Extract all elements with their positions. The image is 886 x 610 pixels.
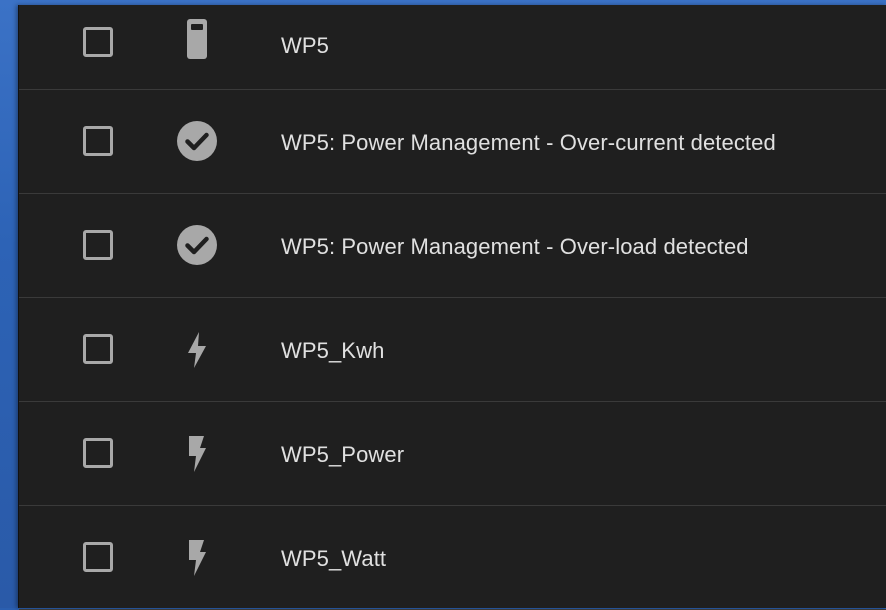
select-checkbox[interactable] <box>83 542 113 572</box>
flash-icon <box>177 538 217 578</box>
device-icon <box>177 19 217 59</box>
list-item[interactable]: WP5_Power <box>19 402 886 506</box>
list-item[interactable]: WP5_Watt <box>19 506 886 610</box>
entity-label: WP5 <box>281 33 329 58</box>
list-item[interactable]: WP5: Power Management - Over-current det… <box>19 90 886 194</box>
list-item[interactable]: WP5: Power Management - Over-load detect… <box>19 194 886 298</box>
entity-label: WP5_Power <box>281 442 405 467</box>
flash-icon <box>177 434 217 474</box>
entity-label: WP5: Power Management - Over-load detect… <box>281 234 749 259</box>
entity-list: WP5 WP5: Power Management - Over-current… <box>19 5 886 610</box>
select-checkbox[interactable] <box>83 334 113 364</box>
lightning-icon <box>177 330 217 370</box>
entity-label: WP5: Power Management - Over-current det… <box>281 130 776 155</box>
select-checkbox[interactable] <box>83 126 113 156</box>
select-checkbox[interactable] <box>83 27 113 57</box>
entity-list-panel: WP5 WP5: Power Management - Over-current… <box>18 5 886 610</box>
select-checkbox[interactable] <box>83 438 113 468</box>
entity-label: WP5_Kwh <box>281 338 385 363</box>
select-checkbox[interactable] <box>83 230 113 260</box>
list-item[interactable]: WP5_Kwh <box>19 298 886 402</box>
list-item[interactable]: WP5 <box>19 5 886 90</box>
check-circle-icon <box>177 225 217 265</box>
check-circle-icon <box>177 121 217 161</box>
entity-label: WP5_Watt <box>281 546 387 571</box>
